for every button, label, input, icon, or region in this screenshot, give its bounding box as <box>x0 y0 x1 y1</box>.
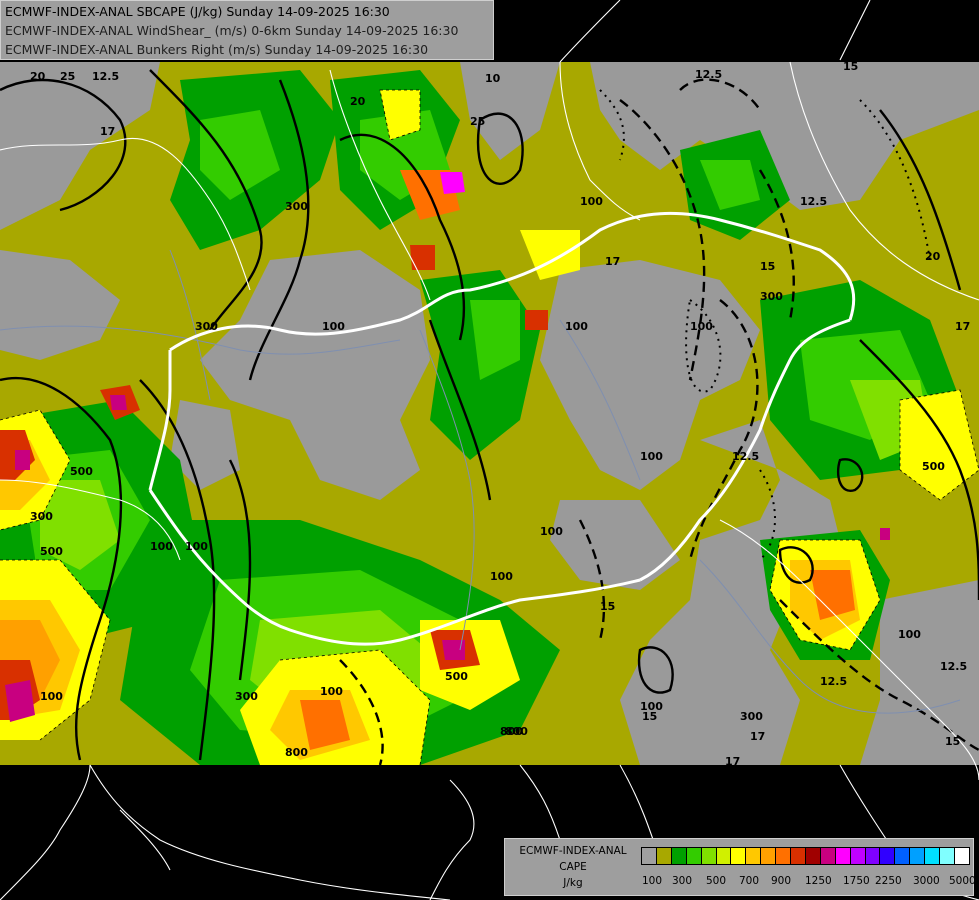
title-line-windshear: ECMWF-INDEX-ANAL WindShear_ (m/s) 0-6km … <box>5 23 459 38</box>
contour-label: 25 <box>60 70 75 83</box>
legend-title-2: CAPE <box>559 861 587 873</box>
legend-title-3: J/kg <box>563 877 583 889</box>
contour-label: 100 <box>640 450 663 463</box>
contour-label: 300 <box>285 200 308 213</box>
contour-label: 17 <box>750 730 765 743</box>
contour-label: 100 <box>580 195 603 208</box>
contour-label: 100 <box>490 570 513 583</box>
contour-label: 300 <box>195 320 218 333</box>
legend-title-1: ECMWF-INDEX-ANAL <box>519 845 627 857</box>
legend-tick-label: 5000 <box>949 875 976 887</box>
contour-label: 25 <box>470 115 485 128</box>
contour-label: 12.5 <box>800 195 827 208</box>
legend-tick-label: 100 <box>642 875 663 887</box>
contour-label: 17 <box>100 125 115 138</box>
legend-swatch <box>700 847 717 865</box>
legend-swatch <box>819 847 836 865</box>
contour-label: 15 <box>945 735 960 748</box>
title-box: ECMWF-INDEX-ANAL SBCAPE (J/kg) Sunday 14… <box>0 0 494 60</box>
contour-label: 12.5 <box>820 675 847 688</box>
weather-map: 25 20 12.5 15 10 17 25 20 15 12.5 20 17 … <box>0 0 979 900</box>
legend-swatch <box>745 847 762 865</box>
contour-label: 100 <box>40 690 63 703</box>
legend-swatch <box>879 847 896 865</box>
title-line-bunkers: ECMWF-INDEX-ANAL Bunkers Right (m/s) Sun… <box>5 42 429 57</box>
legend-swatch <box>939 847 955 865</box>
legend-tick-label: 900 <box>771 875 792 887</box>
contour-label: 15 <box>642 710 657 723</box>
contour-label: 100 <box>540 525 563 538</box>
contour-label: 15 <box>600 600 615 613</box>
contour-label: 100 <box>185 540 208 553</box>
contour-label: 300 <box>235 690 258 703</box>
contour-label: 17 <box>955 320 970 333</box>
legend-swatch <box>894 847 911 865</box>
legend-swatch <box>641 847 657 865</box>
contour-label: 500 <box>40 545 63 558</box>
legend-swatch <box>864 847 881 865</box>
contour-label: 100 <box>150 540 173 553</box>
title-line-cape: ECMWF-INDEX-ANAL SBCAPE (J/kg) Sunday 14… <box>5 4 390 19</box>
contour-label: 20 <box>30 70 46 83</box>
legend-swatch <box>804 847 821 865</box>
legend-tick-label: 1750 <box>843 875 870 887</box>
legend-tick-label: 700 <box>739 875 760 887</box>
contour-label: 500 <box>445 670 468 683</box>
cape-field <box>0 62 979 765</box>
contour-label: 800 <box>500 725 523 738</box>
legend-tick-label: 2250 <box>875 875 902 887</box>
contour-label: 20 <box>925 250 941 263</box>
contour-label: 500 <box>70 465 93 478</box>
legend-tick-label: 300 <box>672 875 693 887</box>
contour-label: 12.5 <box>92 70 119 83</box>
contour-label: 10 <box>485 72 501 85</box>
legend-swatch <box>849 847 866 865</box>
cape-legend: ECMWF-INDEX-ANAL CAPE J/kg 100 300 500 700 9… <box>504 838 976 896</box>
legend-swatch <box>924 847 941 865</box>
legend-swatch <box>953 847 970 865</box>
contour-label: 100 <box>690 320 713 333</box>
legend-swatch <box>730 847 747 865</box>
contour-label: 100 <box>320 685 343 698</box>
legend-swatch <box>760 847 777 865</box>
legend-swatch <box>834 847 851 865</box>
legend-tick-label: 1250 <box>805 875 832 887</box>
legend-tick-label: 3000 <box>913 875 940 887</box>
legend-swatch <box>715 847 732 865</box>
contour-label: 17 <box>605 255 620 268</box>
contour-label: 100 <box>322 320 345 333</box>
legend-swatch <box>775 847 792 865</box>
contour-label: 12.5 <box>940 660 967 673</box>
contour-label: 12.5 <box>732 450 759 463</box>
contour-label: 12.5 <box>695 68 722 81</box>
legend-swatch <box>685 847 702 865</box>
contour-label: 300 <box>30 510 53 523</box>
legend-swatch <box>655 847 672 865</box>
legend-swatch <box>790 847 806 865</box>
contour-label: 20 <box>350 95 366 108</box>
contour-label: 300 <box>760 290 783 303</box>
contour-label: 15 <box>760 260 775 273</box>
contour-label: 300 <box>740 710 763 723</box>
legend-swatch <box>909 847 926 865</box>
legend-tick-label: 500 <box>706 875 727 887</box>
legend-swatch <box>670 847 687 865</box>
contour-label: 100 <box>898 628 921 641</box>
contour-label: 500 <box>922 460 945 473</box>
contour-label: 800 <box>285 746 308 759</box>
contour-label: 100 <box>565 320 588 333</box>
